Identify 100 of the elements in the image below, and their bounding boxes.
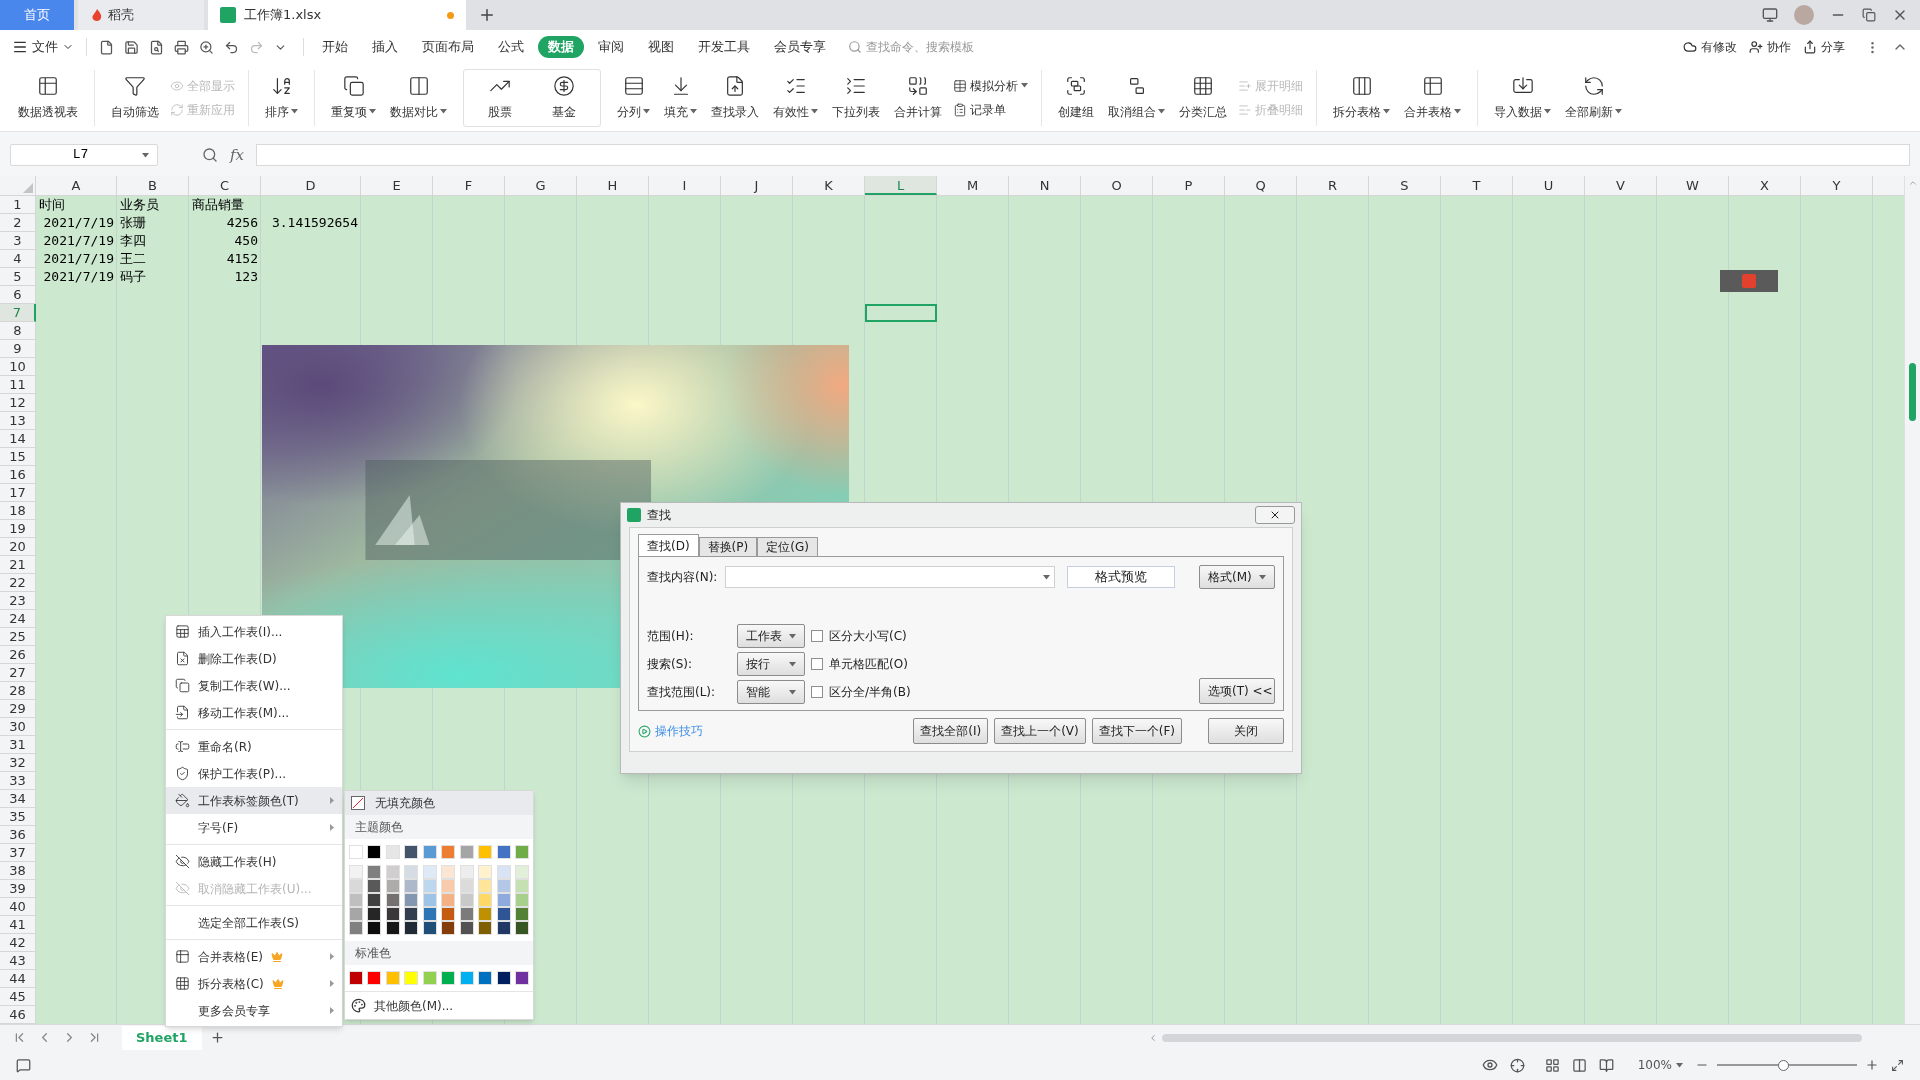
formula-input[interactable] <box>256 144 1910 166</box>
undo-icon[interactable] <box>224 39 239 55</box>
row-header[interactable]: 15 <box>0 448 36 466</box>
color-swatch[interactable] <box>385 845 400 859</box>
ribbon-button[interactable]: 分类汇总 <box>1173 68 1233 127</box>
color-swatch[interactable] <box>404 865 419 879</box>
color-swatch[interactable] <box>385 971 400 985</box>
color-swatch[interactable] <box>404 921 419 935</box>
color-swatch[interactable] <box>478 893 493 907</box>
column-header[interactable]: X <box>1729 176 1801 195</box>
color-swatch[interactable] <box>349 845 363 859</box>
ribbon-tab[interactable]: 开发工具 <box>688 36 760 58</box>
format-button[interactable]: 格式(M) <box>1199 565 1275 589</box>
eye-icon[interactable] <box>1481 1057 1498 1073</box>
ribbon-button[interactable]: 合并计算 <box>888 68 948 127</box>
menu-item[interactable]: 重命名(R) <box>166 733 342 760</box>
color-swatch[interactable] <box>441 845 456 859</box>
dropdown-select[interactable]: 按行 <box>737 652 805 676</box>
row-header[interactable]: 16 <box>0 466 36 484</box>
column-header[interactable]: J <box>721 176 793 195</box>
zoom-level[interactable]: 100% <box>1637 1056 1683 1074</box>
zoom-in-icon[interactable] <box>1865 1058 1879 1072</box>
color-swatch[interactable] <box>478 865 493 879</box>
color-swatch[interactable] <box>385 879 400 893</box>
ribbon-button[interactable]: 拆分表格 <box>1327 68 1396 127</box>
menu-item[interactable]: 字号(F) <box>166 814 342 841</box>
column-header[interactable]: V <box>1585 176 1657 195</box>
row-header[interactable]: 30 <box>0 718 36 736</box>
menu-icon[interactable] <box>12 39 28 55</box>
menu-item[interactable]: 拆分表格(C) <box>166 970 342 997</box>
app-tab[interactable]: 首页 <box>0 0 74 30</box>
checkbox[interactable] <box>811 686 823 698</box>
ribbon-button[interactable]: 模拟分析 <box>950 76 1031 95</box>
ribbon-tab[interactable]: 公式 <box>488 36 534 58</box>
color-swatch[interactable] <box>514 865 529 879</box>
app-tab[interactable]: 工作簿1.xlsx <box>208 0 466 30</box>
row-header[interactable]: 17 <box>0 484 36 502</box>
row-header[interactable]: 33 <box>0 772 36 790</box>
row-header[interactable]: 2 <box>0 214 36 232</box>
color-swatch[interactable] <box>441 893 456 907</box>
row-header[interactable]: 35 <box>0 808 36 826</box>
row-header[interactable]: 13 <box>0 412 36 430</box>
column-header[interactable]: D <box>261 176 361 195</box>
color-swatch[interactable] <box>367 921 382 935</box>
column-header[interactable]: C <box>189 176 261 195</box>
ribbon-button[interactable]: 重复项 <box>325 68 382 127</box>
ribbon-button[interactable]: 创建组 <box>1052 68 1100 127</box>
color-swatch[interactable] <box>349 893 363 907</box>
color-swatch[interactable] <box>441 865 456 879</box>
color-swatch[interactable] <box>367 845 382 859</box>
color-swatch[interactable] <box>514 845 529 859</box>
row-header[interactable]: 9 <box>0 340 36 358</box>
toolbar-action[interactable]: 协作 <box>1749 38 1791 56</box>
column-header[interactable]: E <box>361 176 433 195</box>
function-label[interactable]: fx <box>230 143 244 167</box>
column-header[interactable]: O <box>1081 176 1153 195</box>
menu-item[interactable]: 更多会员专享 <box>166 997 342 1024</box>
color-swatch[interactable] <box>459 865 474 879</box>
column-header[interactable]: R <box>1297 176 1369 195</box>
ribbon-button[interactable]: 排序 <box>259 68 304 127</box>
ribbon-button[interactable]: 导入数据 <box>1488 68 1557 127</box>
color-swatch[interactable] <box>514 971 529 985</box>
color-swatch[interactable] <box>404 907 419 921</box>
color-swatch[interactable] <box>514 921 529 935</box>
crosshair-icon[interactable] <box>1509 1057 1525 1073</box>
row-header[interactable]: 39 <box>0 880 36 898</box>
dialog-tab[interactable]: 替换(P) <box>698 537 758 556</box>
color-swatch[interactable] <box>514 893 529 907</box>
redo-icon[interactable] <box>249 39 264 55</box>
row-header[interactable]: 28 <box>0 682 36 700</box>
row-header[interactable]: 7 <box>0 304 36 322</box>
zoom-icon[interactable] <box>199 39 214 55</box>
menu-item[interactable]: 工作表标签颜色(T) <box>166 787 342 814</box>
color-swatch[interactable] <box>459 907 474 921</box>
color-swatch[interactable] <box>478 971 493 985</box>
color-swatch[interactable] <box>496 879 511 893</box>
search-field[interactable]: 查找命令、搜索模板 <box>848 38 998 56</box>
ribbon-tab[interactable]: 审阅 <box>588 36 634 58</box>
color-swatch[interactable] <box>422 921 437 935</box>
new-file-icon[interactable] <box>99 39 114 55</box>
row-header[interactable]: 23 <box>0 592 36 610</box>
row-header[interactable]: 1 <box>0 196 36 214</box>
column-header[interactable]: N <box>1009 176 1081 195</box>
color-swatch[interactable] <box>441 971 456 985</box>
color-swatch[interactable] <box>459 971 474 985</box>
dialog-button[interactable]: 关闭 <box>1208 718 1284 744</box>
menu-item[interactable]: 选定全部工作表(S) <box>166 909 342 936</box>
ribbon-tab[interactable]: 插入 <box>362 36 408 58</box>
menu-item[interactable]: 删除工作表(D) <box>166 645 342 672</box>
active-cell[interactable] <box>865 304 937 322</box>
dialog-tab[interactable]: 查找(D) <box>638 534 699 556</box>
ribbon-button[interactable]: 下拉列表 <box>826 68 886 127</box>
color-swatch[interactable] <box>441 921 456 935</box>
slider-thumb[interactable] <box>1777 1059 1789 1071</box>
dialog-button[interactable]: 查找全部(I) <box>913 718 989 744</box>
name-box[interactable]: L7 <box>10 144 158 166</box>
row-header[interactable]: 38 <box>0 862 36 880</box>
row-header[interactable]: 21 <box>0 556 36 574</box>
ribbon-button[interactable]: 基金 <box>546 69 582 126</box>
color-swatch[interactable] <box>367 893 382 907</box>
